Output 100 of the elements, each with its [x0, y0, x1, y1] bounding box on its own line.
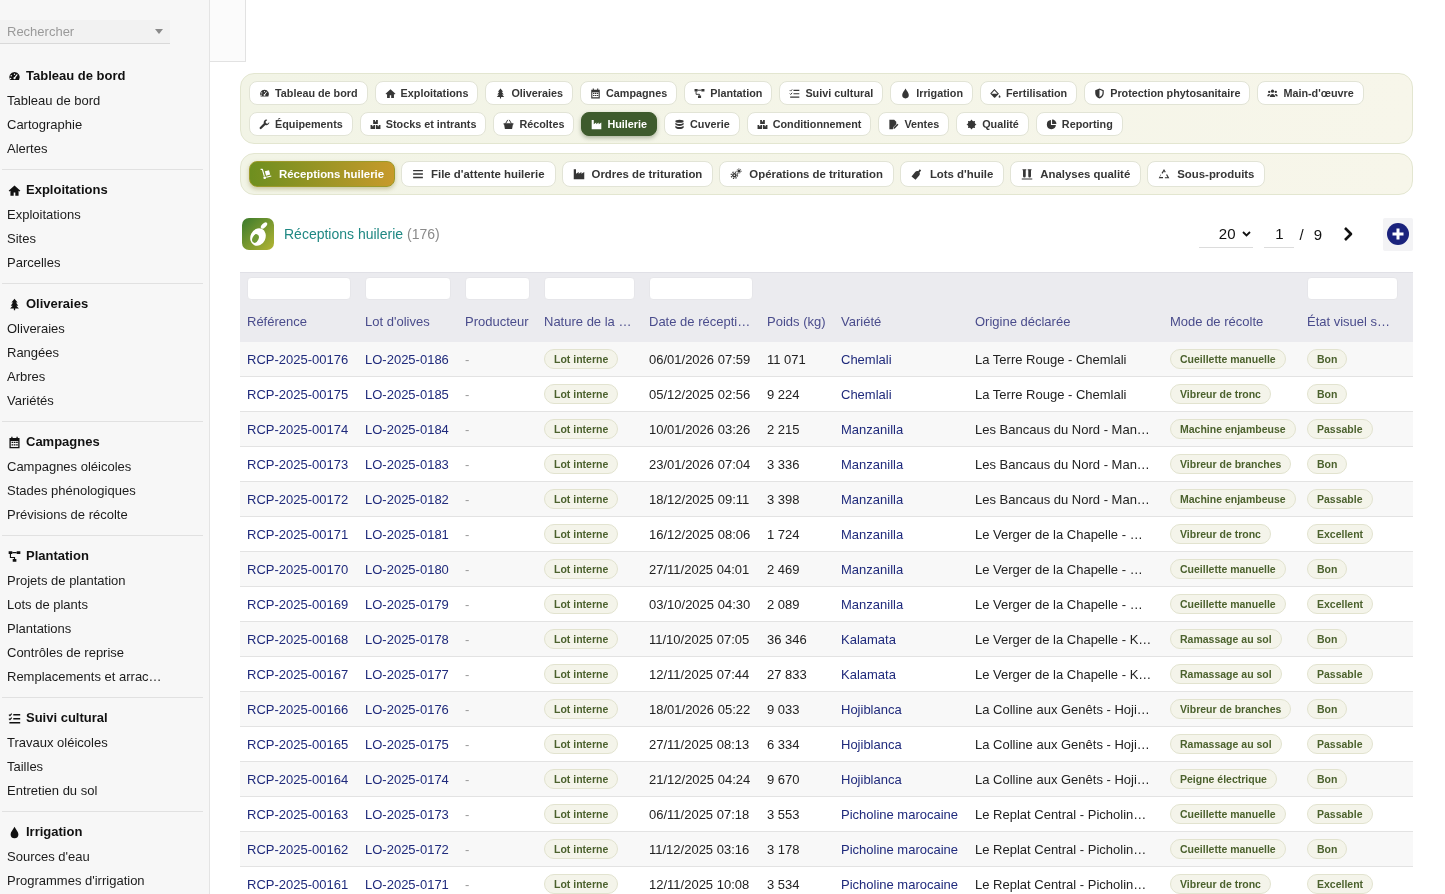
cell-link[interactable]: Hojiblanca — [841, 771, 902, 787]
column-header[interactable]: Nature de la … — [544, 314, 632, 330]
cell-link[interactable]: RCP-2025-00168 — [247, 631, 349, 647]
cell-link[interactable]: LO-2025-0186 — [365, 351, 449, 367]
cell-link[interactable]: LO-2025-0185 — [365, 386, 449, 402]
cell-link[interactable]: Manzanilla — [841, 596, 904, 612]
module-tab[interactable]: Protection phytosanitaire — [1084, 81, 1251, 105]
sidebar-link[interactable]: Parcelles — [7, 255, 61, 271]
cell-link[interactable]: Picholine marocaine — [841, 806, 959, 822]
cell-link[interactable]: LO-2025-0184 — [365, 421, 449, 437]
module-tab[interactable]: Reporting — [1035, 112, 1123, 136]
module-tab[interactable]: Exploitations — [374, 81, 479, 105]
sidebar-link[interactable]: Campagnes oléicoles — [7, 459, 132, 475]
cell-link[interactable]: RCP-2025-00174 — [247, 421, 349, 437]
cell-link[interactable]: Manzanilla — [841, 491, 904, 507]
cell-link[interactable]: Picholine marocaine — [841, 841, 959, 857]
column-header[interactable]: Mode de récolte — [1170, 314, 1264, 330]
module-tab[interactable]: Qualité — [956, 112, 1029, 136]
cell-link[interactable]: LO-2025-0177 — [365, 666, 449, 682]
module-tab[interactable]: Conditionnement — [746, 112, 872, 136]
column-filter-field[interactable] — [544, 277, 635, 300]
sidebar-link[interactable]: Programmes d'irrigation — [7, 873, 145, 889]
search-field[interactable]: Rechercher — [0, 20, 170, 44]
cell-link[interactable]: LO-2025-0172 — [365, 841, 449, 857]
column-header[interactable]: Poids (kg) — [767, 314, 826, 330]
module-tab[interactable]: Plantation — [684, 81, 773, 105]
sidebar-link[interactable]: Sources d'eau — [7, 849, 90, 865]
sidebar-link[interactable]: Exploitations — [7, 207, 81, 223]
cell-link[interactable]: Kalamata — [841, 631, 896, 647]
cell-link[interactable]: Picholine marocaine — [841, 876, 959, 892]
section-tab[interactable]: Lots d'huile — [899, 161, 1005, 187]
module-tab[interactable]: Tableau de bord — [249, 81, 368, 105]
column-header[interactable]: Référence — [247, 314, 307, 330]
sidebar-link[interactable]: Sites — [7, 231, 36, 247]
cell-link[interactable]: LO-2025-0179 — [365, 596, 449, 612]
sidebar-link[interactable]: Alertes — [7, 141, 48, 157]
module-tab[interactable]: Fertilisation — [980, 81, 1078, 105]
cell-link[interactable]: RCP-2025-00163 — [247, 806, 349, 822]
cell-link[interactable]: Manzanilla — [841, 526, 904, 542]
cell-link[interactable]: Kalamata — [841, 666, 896, 682]
module-tab[interactable]: Main-d'œuvre — [1257, 81, 1364, 105]
cell-link[interactable]: LO-2025-0180 — [365, 561, 449, 577]
cell-link[interactable]: LO-2025-0181 — [365, 526, 449, 542]
cell-link[interactable]: LO-2025-0183 — [365, 456, 449, 472]
cell-link[interactable]: LO-2025-0182 — [365, 491, 449, 507]
sidebar-link[interactable]: Stades phénologiques — [7, 483, 136, 499]
cell-link[interactable]: RCP-2025-00164 — [247, 771, 349, 787]
column-filter-field[interactable] — [365, 277, 451, 300]
column-filter-field[interactable] — [649, 277, 753, 300]
module-tab[interactable]: Ventes — [878, 112, 950, 136]
cell-link[interactable]: RCP-2025-00176 — [247, 351, 349, 367]
sidebar-link[interactable]: Oliveraies — [7, 321, 65, 337]
module-tab[interactable]: Récoltes — [493, 112, 575, 136]
sidebar-link[interactable]: Tailles — [7, 759, 44, 775]
cell-link[interactable]: Manzanilla — [841, 561, 904, 577]
module-tab[interactable]: Oliveraies — [485, 81, 573, 105]
sidebar-link[interactable]: Travaux oléicoles — [7, 735, 108, 751]
sidebar-link[interactable]: Cartographie — [7, 117, 83, 133]
cell-link[interactable]: RCP-2025-00170 — [247, 561, 349, 577]
sidebar-link[interactable]: Projets de plantation — [7, 573, 126, 589]
section-tab[interactable]: Opérations de trituration — [719, 161, 894, 187]
section-tab[interactable]: Analyses qualité — [1010, 161, 1142, 187]
column-header[interactable]: Variété — [841, 314, 882, 330]
cell-link[interactable]: LO-2025-0178 — [365, 631, 449, 647]
module-tab[interactable]: Suivi cultural — [779, 81, 884, 105]
cell-link[interactable]: Chemlali — [841, 351, 892, 367]
column-header[interactable]: Lot d'olives — [365, 314, 430, 330]
cell-link[interactable]: RCP-2025-00161 — [247, 876, 349, 892]
column-header[interactable]: Origine déclarée — [975, 314, 1071, 330]
cell-link[interactable]: LO-2025-0175 — [365, 736, 449, 752]
sidebar-link[interactable]: Remplacements et arrac… — [7, 669, 162, 685]
sidebar-link[interactable]: Prévisions de récolte — [7, 507, 128, 523]
cell-link[interactable]: Chemlali — [841, 386, 892, 402]
cell-link[interactable]: Hojiblanca — [841, 736, 902, 752]
search-input[interactable]: Rechercher — [0, 22, 155, 41]
sidebar-link[interactable]: Arbres — [7, 369, 46, 385]
cell-link[interactable]: RCP-2025-00165 — [247, 736, 349, 752]
cell-link[interactable]: Manzanilla — [841, 421, 904, 437]
cell-link[interactable]: RCP-2025-00167 — [247, 666, 349, 682]
sidebar-link[interactable]: Lots de plants — [7, 597, 88, 613]
cell-link[interactable]: RCP-2025-00173 — [247, 456, 349, 472]
cell-link[interactable]: RCP-2025-00171 — [247, 526, 349, 542]
sidebar-link[interactable]: Tableau de bord — [7, 93, 101, 109]
cell-link[interactable]: Hojiblanca — [841, 701, 902, 717]
module-tab[interactable]: Cuverie — [664, 112, 740, 136]
sidebar-link[interactable]: Entretien du sol — [7, 783, 98, 799]
next-page-button[interactable] — [1343, 226, 1353, 242]
sidebar-link[interactable]: Rangées — [7, 345, 60, 361]
cell-link[interactable]: LO-2025-0176 — [365, 701, 449, 717]
module-tab[interactable]: Irrigation — [890, 81, 973, 105]
cell-link[interactable]: RCP-2025-00162 — [247, 841, 349, 857]
cell-link[interactable]: Manzanilla — [841, 456, 904, 472]
section-tab[interactable]: Sous-produits — [1147, 161, 1266, 187]
cell-link[interactable]: RCP-2025-00175 — [247, 386, 349, 402]
sidebar-link[interactable]: Plantations — [7, 621, 72, 637]
column-header[interactable]: Date de récepti… — [649, 314, 751, 330]
module-tab[interactable]: Huilerie — [581, 112, 658, 136]
cell-link[interactable]: RCP-2025-00169 — [247, 596, 349, 612]
section-tab[interactable]: Ordres de trituration — [561, 161, 714, 187]
module-tab[interactable]: Équipements — [249, 112, 353, 136]
